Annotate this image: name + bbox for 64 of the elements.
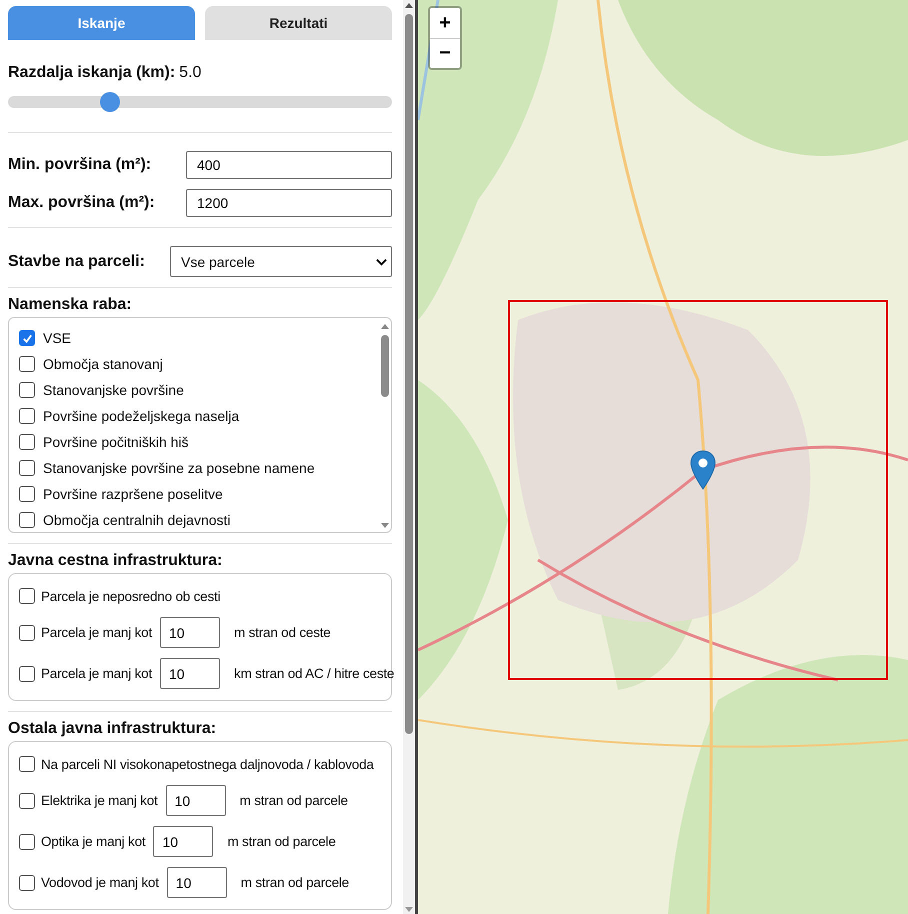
checkbox[interactable] [19, 382, 35, 398]
section-title: Javna cestna infrastruktura: [8, 552, 224, 570]
option-label: Parcela je neposredno ob cesti [41, 588, 220, 604]
option-suffix: m stran od parcele [227, 834, 336, 849]
distance-input[interactable]: 10 [166, 785, 226, 816]
checkmark-icon [22, 332, 32, 344]
area-label: Max. površina (m²): [8, 194, 155, 212]
option-label: Vodovod je manj kot [41, 875, 159, 890]
checkbox[interactable] [19, 588, 35, 604]
checkbox[interactable] [19, 408, 35, 424]
slider-thumb[interactable] [100, 92, 120, 112]
distance-value: 5.0 [179, 64, 202, 81]
option-suffix: m stran od parcele [240, 875, 349, 890]
map-marker-icon[interactable] [690, 450, 716, 490]
checkbox[interactable] [19, 792, 35, 808]
land-use-option[interactable]: Površine počitniških hiš [19, 429, 379, 455]
distance-input[interactable]: 10 [160, 617, 220, 648]
checkbox[interactable] [19, 666, 35, 682]
checkbox[interactable] [19, 330, 35, 346]
option-label: Na parceli NI visokonapetostnega daljnovoda / kablovoda [41, 756, 374, 772]
section-title: Namenska raba: [8, 296, 133, 314]
tab[interactable]: Rezultati [205, 6, 392, 40]
area-label: Min. površina (m²): [8, 156, 152, 174]
scrollbar-thumb[interactable] [381, 335, 389, 397]
option-suffix: m stran od ceste [234, 625, 331, 640]
buildings-dropdown[interactable]: Vse parcele [170, 246, 392, 277]
option-label: Parcela je manj kot [41, 666, 152, 681]
scroll-up-icon[interactable] [381, 324, 389, 329]
checkbox[interactable] [19, 356, 35, 372]
checkbox[interactable] [19, 434, 35, 450]
land-use-option[interactable]: Območja centralnih dejavnosti [19, 507, 379, 532]
land-use-option[interactable]: Območja stanovanj [19, 351, 379, 377]
chevron-icon [376, 258, 387, 266]
checkbox[interactable] [19, 624, 35, 640]
land-use-option[interactable]: Stanovanjske površine [19, 377, 379, 403]
checkbox[interactable] [19, 460, 35, 476]
distance-input[interactable]: 10 [153, 826, 214, 857]
scrollbar-thumb[interactable] [405, 14, 413, 734]
checkbox[interactable] [19, 486, 35, 502]
distance-input[interactable]: 10 [166, 867, 227, 898]
option-suffix: m stran od parcele [240, 793, 348, 808]
area-input[interactable]: 400 [186, 151, 392, 179]
checkbox[interactable] [19, 834, 35, 850]
zoom-out-button[interactable]: − [430, 38, 460, 68]
section-title: Ostala javna infrastruktura: [8, 720, 218, 738]
land-use-option[interactable]: VSE [19, 325, 379, 351]
scroll-down-icon[interactable] [381, 523, 389, 528]
distance-input[interactable]: 10 [160, 658, 220, 689]
checkbox[interactable] [19, 512, 35, 528]
scroll-up-icon[interactable] [405, 3, 413, 8]
land-use-option[interactable]: Stanovanjske površine za posebne namene [19, 455, 379, 481]
land-use-option[interactable]: Površine podeželjskega naselja [19, 403, 379, 429]
checkbox[interactable] [19, 756, 35, 772]
option-label: Parcela je manj kot [41, 625, 152, 640]
buildings-label: Stavbe na parceli: [8, 252, 145, 270]
area-input[interactable]: 1200 [186, 189, 392, 217]
land-use-option[interactable]: Površine razpršene poselitve [19, 481, 379, 507]
option-suffix: km stran od AC / hitre ceste [234, 666, 394, 681]
option-label: Optika je manj kot [41, 834, 146, 849]
scrollbar[interactable] [403, 0, 415, 914]
option-label: Elektrika je manj kot [41, 793, 158, 808]
zoom-in-button[interactable]: + [430, 8, 460, 38]
distance-label: Razdalja iskanja (km): [8, 64, 176, 81]
checkbox[interactable] [19, 874, 35, 890]
